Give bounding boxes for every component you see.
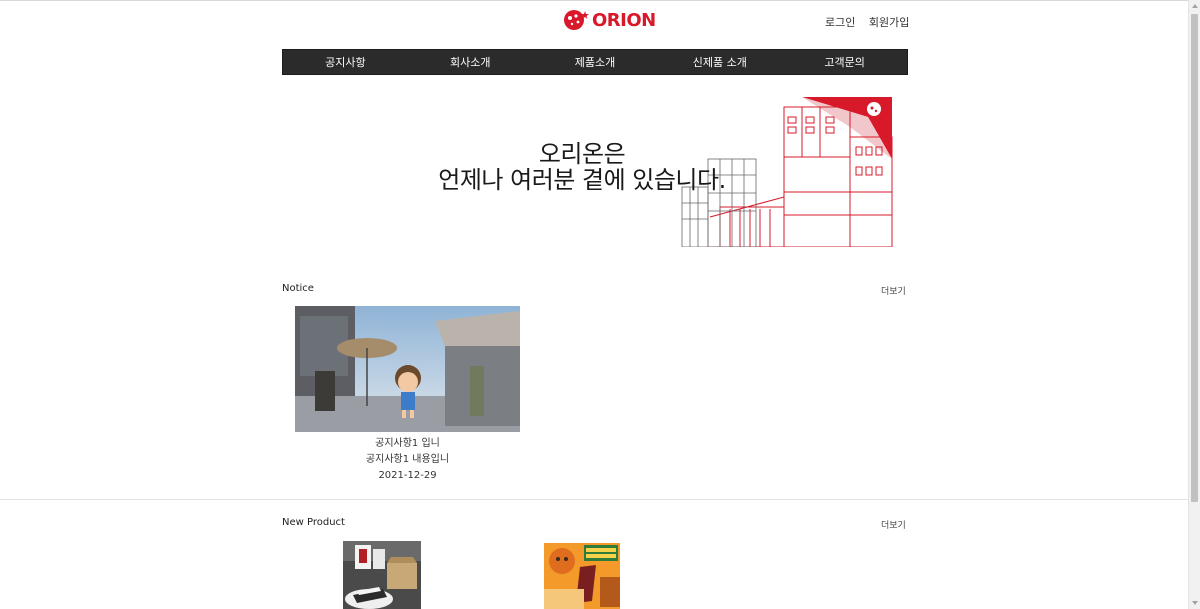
logo-text: ORION <box>592 9 656 31</box>
notice-card-body: 공지사항1 내용입니 <box>365 454 450 465</box>
notice-card[interactable]: 공지사항1 입니 공지사항1 내용입니 2021-12-29 <box>295 306 520 484</box>
notice-more-link[interactable]: 더보기 <box>881 284 906 297</box>
scrollbar-thumb[interactable] <box>1191 14 1198 502</box>
new-product-more-link[interactable]: 더보기 <box>881 518 906 531</box>
nav-item-company[interactable]: 회사소개 <box>408 50 533 74</box>
login-link[interactable]: 로그인 <box>825 16 855 29</box>
nav-item-contact[interactable]: 고객문의 <box>782 50 907 74</box>
notice-thumbnail[interactable] <box>295 306 520 432</box>
auth-links: 로그인 회원가입 <box>825 14 919 30</box>
notice-card-date: 2021-12-29 <box>378 470 437 481</box>
new-product-section-title: New Product <box>282 517 345 528</box>
page: ORION 로그인 회원가입 공지사항 회사소개 제품소개 신제품 소개 고객문… <box>0 0 1188 609</box>
notice-card-title[interactable]: 공지사항1 입니 <box>295 436 520 452</box>
hero-line-1: 오리온은 <box>538 140 626 168</box>
nav-item-products[interactable]: 제품소개 <box>533 50 658 74</box>
orion-star-icon <box>564 10 589 30</box>
orion-logo[interactable]: ORION <box>563 9 656 31</box>
product-image-2 <box>544 541 622 609</box>
notice-section-title: Notice <box>282 283 314 294</box>
product-image-1 <box>343 541 421 609</box>
signup-link[interactable]: 회원가입 <box>869 16 909 29</box>
scroll-up-arrow-icon[interactable] <box>1192 4 1198 8</box>
nav-item-new-products[interactable]: 신제품 소개 <box>657 50 782 74</box>
product-thumbnail-1[interactable] <box>343 541 421 609</box>
nav-item-notice[interactable]: 공지사항 <box>283 50 408 74</box>
vertical-scrollbar[interactable] <box>1188 0 1200 609</box>
hero-text: 오리온은 언제나 여러분 곁에 있습니다. <box>282 141 882 193</box>
scroll-down-arrow-icon[interactable] <box>1192 601 1198 605</box>
hero-banner: 오리온은 언제나 여러분 곁에 있습니다. <box>282 97 894 247</box>
main-nav: 공지사항 회사소개 제품소개 신제품 소개 고객문의 <box>282 49 908 75</box>
hero-line-2: 언제나 여러분 곁에 있습니다. <box>438 166 726 194</box>
section-divider <box>0 499 1188 500</box>
product-thumbnail-2[interactable] <box>544 541 622 609</box>
